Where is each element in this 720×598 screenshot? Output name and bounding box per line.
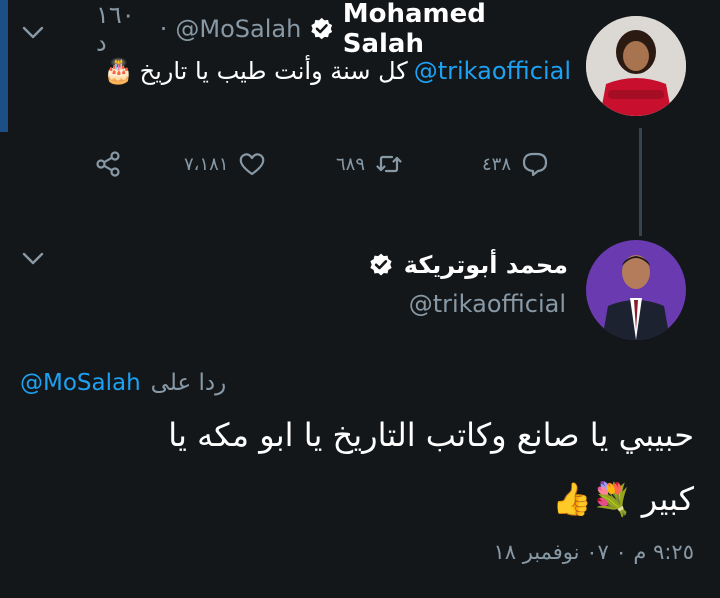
reply-to-label: ردا على bbox=[150, 370, 227, 396]
parent-tweet-handle[interactable]: @MoSalah bbox=[175, 15, 301, 43]
retweet-button[interactable]: ٦٨٩ bbox=[336, 150, 403, 178]
thread-connector-line bbox=[639, 128, 642, 236]
avatar-mohamed-salah[interactable] bbox=[586, 16, 686, 116]
verified-badge-icon bbox=[370, 253, 392, 276]
heart-icon bbox=[240, 153, 265, 176]
reply-button[interactable]: ٤٣٨ bbox=[482, 150, 549, 178]
main-tweet-emojis: 👍💐 bbox=[552, 480, 632, 518]
selection-accent-bar bbox=[0, 0, 8, 132]
parent-tweet-dot: · bbox=[159, 15, 168, 43]
verified-badge-icon bbox=[311, 17, 333, 40]
retweet-icon bbox=[376, 155, 402, 173]
share-button[interactable] bbox=[94, 150, 122, 178]
parent-tweet-time: ١٦٠ د bbox=[96, 1, 135, 57]
main-tweet-handle[interactable]: @trikaofficial bbox=[300, 290, 566, 324]
like-button[interactable]: ٧،١٨١ bbox=[184, 150, 266, 178]
parent-tweet-mention[interactable]: @trikaofficial bbox=[414, 57, 571, 85]
avatar-abou-trika[interactable] bbox=[586, 240, 686, 340]
main-tweet-text-line-1: حبيبي يا صانع وكاتب التاريخ يا ابو مكه ي… bbox=[168, 416, 694, 454]
like-count: ٧،١٨١ bbox=[184, 153, 229, 175]
main-tweet-author-name[interactable]: محمد أبوتريكة bbox=[404, 251, 568, 279]
parent-tweet-text: كل سنة وأنت طيب يا تاريخ bbox=[139, 57, 408, 85]
retweet-count: ٦٨٩ bbox=[336, 153, 366, 175]
parent-tweet-emoji: 🎂 bbox=[103, 57, 134, 85]
main-tweet-text-line-2: كبير bbox=[641, 480, 694, 518]
parent-tweet-author-name[interactable]: Mohamed Salah bbox=[343, 0, 571, 59]
main-tweet-timestamp[interactable]: ٩:٢٥ م ٠ ٠٧ نوفمبر ١٨ bbox=[420, 540, 694, 570]
share-icon bbox=[96, 151, 120, 177]
chevron-down-icon[interactable] bbox=[22, 252, 44, 266]
chevron-down-icon[interactable] bbox=[22, 26, 44, 40]
reply-icon bbox=[522, 152, 548, 177]
reply-to-handle[interactable]: @MoSalah bbox=[20, 370, 141, 396]
reply-count: ٤٣٨ bbox=[482, 153, 512, 175]
